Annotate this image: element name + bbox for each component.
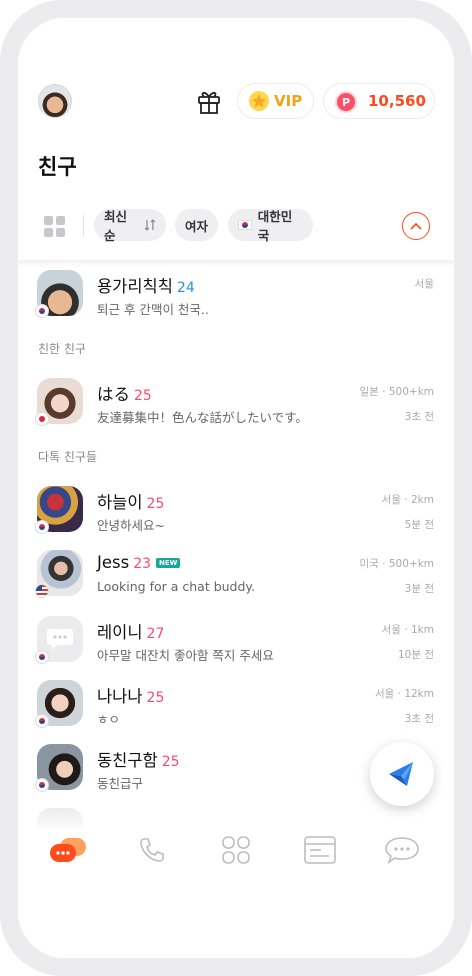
- status-message: 아무말 대잔치 좋아함 쪽지 주세요: [97, 648, 274, 663]
- location-text: 서울: [414, 278, 434, 290]
- age-text: 24: [176, 280, 195, 296]
- distance-text: 서울 · 1km: [381, 624, 434, 636]
- sort-filter-chip[interactable]: 최신순: [94, 209, 166, 243]
- age-text: 25: [146, 496, 165, 512]
- korea-flag-icon: [35, 304, 49, 318]
- time-text: 10분 전: [397, 649, 434, 661]
- friend-name: 동친구함 25: [97, 747, 180, 771]
- device-frame: VIP P 10,560 친구 최신순 여자 대한민국 용가리칙칙 24 퇴근 …: [0, 0, 472, 976]
- apps-icon[interactable]: [216, 832, 256, 868]
- board-icon[interactable]: [300, 832, 340, 868]
- friend-name: 레이니 27: [97, 619, 164, 643]
- list-item[interactable]: はる 25 友達募集中！色んな話がしたいです。 일본 · 500+km 3초 전: [18, 378, 454, 438]
- status-message: 퇴근 후 간맥이 천국..: [97, 302, 209, 317]
- korea-flag-icon: [35, 778, 49, 792]
- japan-flag-icon: [35, 412, 49, 426]
- section-close-friends: 친한 친구: [38, 342, 86, 356]
- status-message: Looking for a chat buddy.: [97, 579, 256, 594]
- grid-view-icon[interactable]: [44, 216, 66, 238]
- distance-text: 서울 · 2km: [381, 494, 434, 506]
- name-text: 용가리칙칙: [97, 277, 173, 296]
- status-message: 友達募集中！色んな話がしたいです。: [97, 410, 308, 425]
- divider: [83, 215, 84, 237]
- list-item[interactable]: 레이니 27 아무말 대잔치 좋아함 쪽지 주세요 서울 · 1km 10분 전: [18, 616, 454, 676]
- age-text: 25: [161, 754, 180, 770]
- sort-label: 최신순: [104, 209, 128, 243]
- app-screen: VIP P 10,560 친구 최신순 여자 대한민국 용가리칙칙 24 퇴근 …: [18, 18, 454, 958]
- distance-text: 미국 · 500+km: [359, 558, 434, 570]
- time-text: 3초 전: [404, 411, 434, 423]
- friend-name: はる 25: [97, 381, 152, 405]
- time-text: 3초 전: [404, 713, 434, 725]
- gender-filter-chip[interactable]: 여자: [175, 209, 218, 241]
- filter-divider: [18, 260, 454, 268]
- filter-bar: 최신순 여자 대한민국: [18, 208, 454, 244]
- send-arrow-icon: [389, 762, 413, 786]
- name-text: 레이니: [97, 623, 143, 642]
- chevron-up-icon: [410, 222, 422, 230]
- compose-fab-button[interactable]: [370, 742, 434, 806]
- korea-flag-icon: [35, 520, 49, 534]
- korea-flag-icon: [238, 220, 252, 230]
- my-avatar[interactable]: [38, 84, 72, 118]
- point-coin-icon: P: [335, 91, 357, 113]
- country-label: 대한민국: [257, 209, 293, 243]
- status-message: ㅎㅇ: [97, 712, 121, 727]
- friend-name: 하늘이 25: [97, 489, 164, 513]
- age-text: 25: [146, 690, 165, 706]
- page-title: 친구: [38, 155, 77, 179]
- vip-label: VIP: [274, 92, 303, 110]
- friend-name: Jess 23 NEW: [97, 553, 181, 572]
- friend-name: 나나나 25: [97, 683, 164, 707]
- korea-flag-icon: [35, 714, 49, 728]
- status-message: 안녕하세요~: [97, 518, 165, 533]
- time-text: 5분 전: [404, 519, 434, 531]
- distance-text: 일본 · 500+km: [359, 386, 434, 398]
- gift-icon[interactable]: [194, 86, 224, 116]
- country-filter-chip[interactable]: 대한민국: [228, 209, 313, 243]
- age-text: 23: [133, 556, 152, 572]
- name-text: はる: [97, 385, 130, 404]
- default-chat-avatar-icon: [47, 629, 73, 649]
- list-item[interactable]: 나나나 25 ㅎㅇ 서울 · 12km 3초 전: [18, 680, 454, 740]
- gender-label: 여자: [185, 218, 209, 234]
- chat-icon[interactable]: [382, 832, 422, 868]
- list-item[interactable]: Jess 23 NEW Looking for a chat buddy. 미국 ·…: [18, 550, 454, 610]
- name-text: 나나나: [97, 687, 143, 706]
- age-text: 27: [146, 626, 165, 642]
- name-text: 동친구함: [97, 751, 158, 770]
- list-item[interactable]: 하늘이 25 안녕하세요~ 서울 · 2km 5분 전: [18, 486, 454, 546]
- korea-flag-icon: [35, 650, 49, 664]
- distance-text: 서울 · 12km: [374, 688, 434, 700]
- vip-button[interactable]: VIP: [237, 83, 314, 119]
- name-text: Jess: [97, 553, 130, 572]
- collapse-filters-button[interactable]: [402, 212, 430, 240]
- time-text: 3분 전: [404, 583, 434, 595]
- status-message: 동친급구: [97, 776, 144, 791]
- my-profile-row[interactable]: 용가리칙칙 24 퇴근 후 간맥이 천국.. 서울: [18, 270, 454, 330]
- friends-icon[interactable]: [48, 832, 88, 868]
- top-bar: VIP P 10,560: [18, 82, 454, 122]
- sort-arrows-icon: [144, 219, 156, 231]
- phone-icon[interactable]: [132, 832, 172, 868]
- star-icon: [249, 91, 269, 111]
- name-text: 하늘이: [97, 493, 143, 512]
- section-friends: 다톡 친구들: [38, 450, 98, 464]
- usa-flag-icon: [35, 584, 49, 598]
- friend-name: 용가리칙칙 24: [97, 273, 195, 297]
- new-badge: NEW: [156, 558, 181, 568]
- bottom-navigation: [18, 828, 454, 888]
- coin-balance: 10,560: [368, 92, 426, 110]
- coin-balance-button[interactable]: P 10,560: [323, 83, 435, 119]
- age-text: 25: [134, 388, 152, 404]
